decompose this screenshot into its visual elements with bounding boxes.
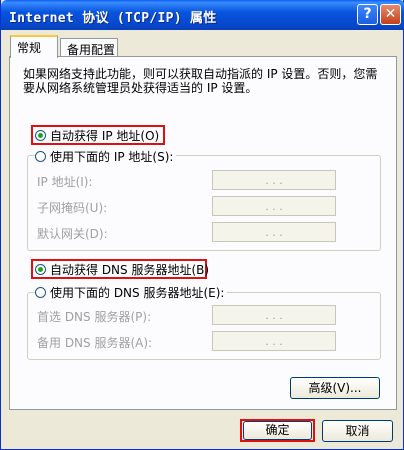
ip-address-label: IP 地址(I):: [37, 175, 93, 189]
ip-auto-radio[interactable]: 自动获得 IP 地址(O): [35, 126, 159, 144]
default-gateway-label: 默认网关(D):: [37, 227, 108, 241]
window-title: Internet 协议 (TCP/IP) 属性: [9, 11, 217, 26]
question-icon: ?: [363, 6, 372, 22]
radio-unchecked-icon: [35, 286, 46, 298]
cancel-button[interactable]: 取消: [322, 420, 393, 442]
preferred-dns-field[interactable]: . . .: [212, 305, 336, 325]
radio-unchecked-icon: [35, 150, 46, 162]
dns-manual-label: 使用下面的 DNS 服务器地址(E):: [50, 285, 225, 300]
title-bar[interactable]: Internet 协议 (TCP/IP) 属性 ? ✕: [1, 0, 404, 30]
dns-auto-label: 自动获得 DNS 服务器地址(B): [50, 262, 210, 277]
dns-auto-radio[interactable]: 自动获得 DNS 服务器地址(B): [35, 260, 209, 278]
ok-button[interactable]: 确定: [243, 421, 312, 440]
subnet-mask-field[interactable]: . . .: [212, 196, 336, 216]
properties-dialog: Internet 协议 (TCP/IP) 属性 ? ✕ 常规 备用配置 如果网络…: [0, 0, 404, 450]
ip-manual-label: 使用下面的 IP 地址(S):: [50, 149, 174, 164]
tab-alternate-configuration[interactable]: 备用配置: [60, 38, 118, 57]
default-gateway-field[interactable]: . . .: [212, 222, 336, 242]
alternate-dns-field[interactable]: . . .: [212, 331, 336, 351]
ip-manual-radio[interactable]: 使用下面的 IP 地址(S):: [35, 147, 177, 165]
close-button[interactable]: ✕: [380, 4, 401, 25]
ip-address-field[interactable]: . . .: [212, 170, 336, 190]
close-icon: ✕: [384, 6, 397, 22]
subnet-mask-label: 子网掩码(U):: [37, 201, 108, 215]
advanced-button[interactable]: 高级(V)...: [290, 377, 380, 399]
radio-checked-icon: [35, 129, 46, 141]
description-text: 如果网络支持此功能，则可以获取自动指派的 IP 设置。否则，您需要从网络系统管理…: [23, 67, 378, 95]
radio-checked-icon: [35, 263, 46, 275]
alternate-dns-label: 备用 DNS 服务器(A):: [37, 336, 153, 350]
dns-manual-radio[interactable]: 使用下面的 DNS 服务器地址(E):: [35, 283, 228, 301]
help-button[interactable]: ?: [357, 4, 378, 25]
ip-auto-label: 自动获得 IP 地址(O): [50, 128, 160, 143]
tab-general[interactable]: 常规: [10, 35, 58, 58]
preferred-dns-label: 首选 DNS 服务器(P):: [37, 310, 152, 324]
